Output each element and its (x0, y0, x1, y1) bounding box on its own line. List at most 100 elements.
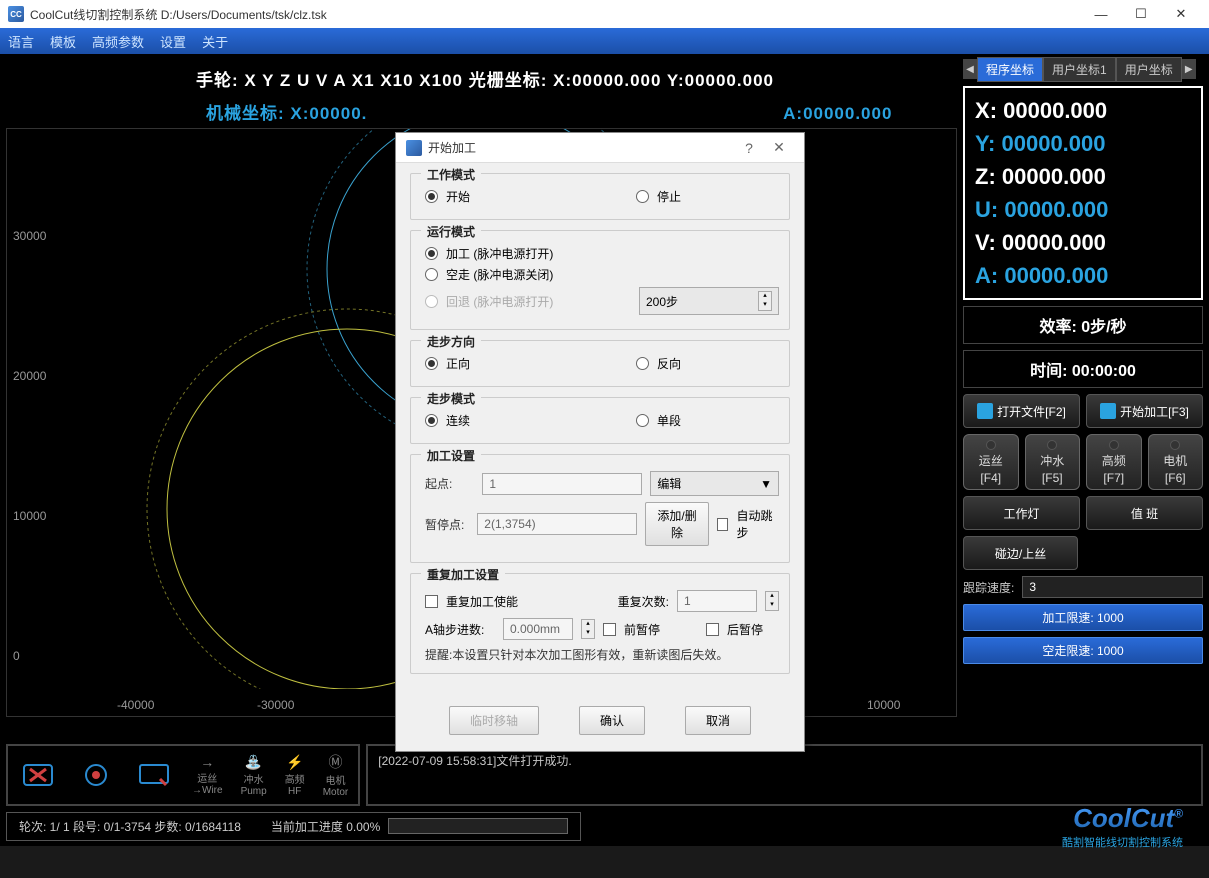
tool-icon-bar: →运丝→Wire ⛲冲水Pump ⚡高频HF Ⓜ电机Motor (6, 744, 360, 806)
menu-template[interactable]: 模板 (50, 32, 76, 51)
y-tick: 10000 (13, 509, 46, 523)
play-icon (1100, 403, 1116, 419)
radio-forward[interactable] (425, 357, 438, 370)
startpoint-input[interactable] (482, 473, 642, 495)
add-delete-button[interactable]: 添加/删除 (645, 502, 708, 546)
wire-status-icon[interactable]: →运丝→Wire (192, 754, 223, 796)
start-processing-button[interactable]: 开始加工[F3] (1086, 394, 1203, 428)
window-title: CoolCut线切割控制系统 D:/Users/Documents/tsk/cl… (30, 6, 1081, 23)
tab-prev[interactable]: ◀ (963, 59, 977, 79)
radio-single[interactable] (636, 414, 649, 427)
hf-toggle[interactable]: 高频[F7] (1086, 434, 1142, 490)
stop-icon[interactable] (18, 755, 58, 795)
group-workmode: 工作模式 (421, 166, 481, 183)
close-button[interactable]: ✕ (1161, 0, 1201, 28)
efficiency-display: 效率: 0步/秒 (963, 306, 1203, 344)
group-procset: 加工设置 (421, 447, 481, 464)
machine-coords: 机械坐标: X:00000. A:00000.000 (6, 95, 957, 124)
app-icon: CC (8, 6, 24, 22)
track-speed-label: 跟踪速度: (963, 579, 1014, 596)
dialog-icon (406, 140, 422, 156)
motor-toggle[interactable]: 电机[F6] (1148, 434, 1204, 490)
menu-hf-params[interactable]: 高频参数 (92, 32, 144, 51)
a-step-input[interactable] (503, 618, 573, 640)
tab-program-coord[interactable]: 程序坐标 (977, 57, 1043, 82)
menu-about[interactable]: 关于 (202, 32, 228, 51)
coord-y: Y: 00000.000 (975, 127, 1191, 160)
x-tick: 10000 (867, 698, 900, 712)
radio-continuous[interactable] (425, 414, 438, 427)
duty-button[interactable]: 值 班 (1086, 496, 1203, 530)
pump-status-icon[interactable]: ⛲冲水Pump (241, 754, 267, 797)
dialog-close-button[interactable]: ✕ (764, 139, 794, 156)
repeat-count-input[interactable] (677, 590, 757, 612)
menu-bar: 语言 模板 高频参数 设置 关于 (0, 28, 1209, 54)
idle-speed-button[interactable]: 空走限速: 1000 (963, 637, 1203, 664)
coord-a: A: 00000.000 (975, 259, 1191, 292)
label-astep: A轴步进数: (425, 621, 495, 638)
back-steps-select[interactable]: 200步▴▾ (639, 287, 779, 315)
indicator-icon (1047, 440, 1057, 450)
radio-reverse[interactable] (636, 357, 649, 370)
radio-process[interactable] (425, 247, 438, 260)
indicator-icon (1170, 440, 1180, 450)
processing-speed-button[interactable]: 加工限速: 1000 (963, 604, 1203, 631)
config-icon[interactable] (76, 755, 116, 795)
indicator-icon (986, 440, 996, 450)
open-file-button[interactable]: 打开文件[F2] (963, 394, 1080, 428)
pausepoint-input[interactable] (477, 513, 637, 535)
log-output: [2022-07-09 15:58:31]文件打开成功. (366, 744, 1203, 806)
y-tick: 30000 (13, 229, 46, 243)
group-stepmode: 走步模式 (421, 390, 481, 407)
edit-dropdown[interactable]: 编辑▼ (650, 471, 779, 496)
pre-pause-checkbox[interactable] (603, 623, 616, 636)
label-pausepoint: 暂停点: (425, 516, 469, 533)
dialog-help-button[interactable]: ? (734, 140, 764, 156)
minimize-button[interactable]: — (1081, 0, 1121, 28)
motor-status-icon[interactable]: Ⓜ电机Motor (323, 752, 349, 798)
x-tick: -30000 (257, 698, 294, 712)
maximize-button[interactable]: ☐ (1121, 0, 1161, 28)
coord-z: Z: 00000.000 (975, 160, 1191, 193)
ok-button[interactable]: 确认 (579, 706, 645, 735)
radio-start[interactable] (425, 190, 438, 203)
auto-skip-checkbox[interactable] (717, 518, 729, 531)
folder-icon (977, 403, 993, 419)
radio-idle[interactable] (425, 268, 438, 281)
radio-stop[interactable] (636, 190, 649, 203)
pump-toggle[interactable]: 冲水[F5] (1025, 434, 1081, 490)
repeat-enable-checkbox[interactable] (425, 595, 438, 608)
track-speed-input[interactable] (1022, 576, 1203, 598)
window-titlebar: CC CoolCut线切割控制系统 D:/Users/Documents/tsk… (0, 0, 1209, 28)
right-panel: ◀ 程序坐标 用户坐标1 用户坐标 ▶ X: 00000.000 Y: 0000… (963, 58, 1203, 744)
cancel-button[interactable]: 取消 (685, 706, 751, 735)
progress-bar (388, 818, 568, 834)
post-pause-checkbox[interactable] (706, 623, 719, 636)
tab-next[interactable]: ▶ (1182, 59, 1196, 79)
menu-language[interactable]: 语言 (8, 32, 34, 51)
repeat-hint: 提醒:本设置只针对本次加工图形有效，重新读图后失效。 (425, 646, 779, 663)
y-tick: 20000 (13, 369, 46, 383)
group-runmode: 运行模式 (421, 223, 481, 240)
worklight-button[interactable]: 工作灯 (963, 496, 1080, 530)
group-stepdir: 走步方向 (421, 333, 481, 350)
indicator-icon (1109, 440, 1119, 450)
screen-icon[interactable] (134, 755, 174, 795)
coord-u: U: 00000.000 (975, 193, 1191, 226)
group-repeat: 重复加工设置 (421, 566, 505, 583)
wire-toggle[interactable]: 运丝[F4] (963, 434, 1019, 490)
edge-wire-button[interactable]: 碰边/上丝 (963, 536, 1078, 570)
coord-x: X: 00000.000 (975, 94, 1191, 127)
radio-back (425, 295, 438, 308)
temp-axis-button[interactable]: 临时移轴 (449, 706, 539, 735)
logo: CoolCut® 酷割智能线切割控制系统 (591, 803, 1203, 850)
start-processing-dialog: 开始加工 ? ✕ 工作模式 开始 停止 运行模式 加工 (脉冲电源打开) 空走 … (395, 132, 805, 752)
label-repeatcount: 重复次数: (618, 593, 669, 610)
time-display: 时间: 00:00:00 (963, 350, 1203, 388)
hf-status-icon[interactable]: ⚡高频HF (285, 754, 305, 797)
tab-user-coord-1[interactable]: 用户坐标1 (1043, 57, 1116, 82)
tab-user-coord-2[interactable]: 用户坐标 (1116, 57, 1182, 82)
label-startpoint: 起点: (425, 475, 474, 492)
coord-v: V: 00000.000 (975, 226, 1191, 259)
menu-settings[interactable]: 设置 (160, 32, 186, 51)
